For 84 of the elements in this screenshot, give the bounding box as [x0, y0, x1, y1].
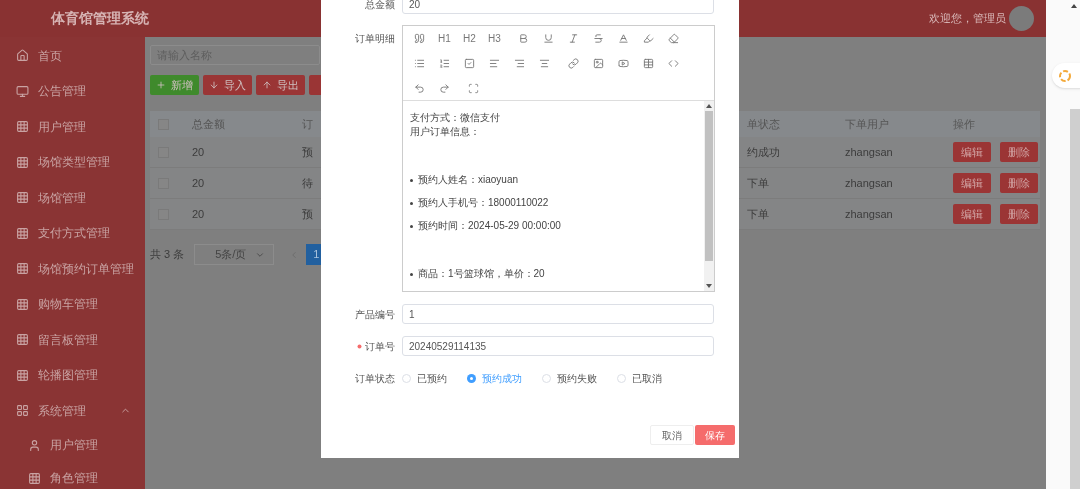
edit-button[interactable]: 编辑 [953, 173, 991, 193]
arrow-down-icon [209, 80, 219, 90]
sidebar-item[interactable]: 公告管理 [0, 73, 145, 109]
avatar[interactable] [1009, 6, 1034, 31]
status-radio[interactable]: 已取消 [617, 370, 662, 386]
editor-bullet: 商品：1号篮球馆，单价：20 [418, 267, 545, 281]
sidebar-item[interactable]: 场馆管理 [0, 180, 145, 216]
field-label: 产品编号 [354, 307, 396, 322]
field-label: 订单状态 [354, 371, 396, 386]
sidebar-item[interactable]: 轮播图管理 [0, 357, 145, 393]
text-field[interactable]: 1 [402, 304, 714, 324]
toolbar-button[interactable]: 导入 [203, 75, 252, 95]
user-icon [28, 438, 41, 452]
scroll-down-icon [706, 283, 712, 289]
scroll-thumb[interactable] [705, 111, 713, 261]
scroll-thumb[interactable] [1070, 109, 1080, 489]
table-cell-text: 20 [192, 175, 205, 191]
table-cell-text: 20 [192, 206, 205, 222]
editor-paragraph: 用户订单信息： [410, 125, 481, 139]
sidebar-subitem[interactable]: 用户管理 [0, 428, 145, 462]
cancel-button[interactable]: 取消 [650, 425, 694, 445]
heading-button[interactable]: H2 [457, 26, 482, 51]
heading-button[interactable]: H1 [432, 26, 457, 51]
table-cell-text: 预 [302, 144, 313, 160]
grid-icon [16, 297, 29, 311]
table-cell-text: 20 [192, 144, 205, 160]
editor-bullet: 预约人姓名：xiaoyuan [418, 173, 519, 187]
table-cell-text: 预 [302, 206, 313, 222]
delete-button[interactable]: 删除 [1000, 142, 1038, 162]
table-cell-text: zhangsan [845, 175, 893, 191]
grid-icon [16, 120, 29, 134]
sidebar-item[interactable]: 场馆类型管理 [0, 144, 145, 180]
grid-icon [16, 226, 29, 240]
sidebar-item[interactable]: 首页 [0, 38, 145, 74]
scroll-up-icon [706, 103, 712, 109]
table-cell-text: 待 [302, 175, 313, 191]
sidebar-item[interactable]: 购物车管理 [0, 286, 145, 322]
edit-button[interactable]: 编辑 [953, 204, 991, 224]
app-title: 体育馆管理系统 [51, 9, 149, 28]
table-cell-text: 约成功 [747, 144, 780, 160]
text-field[interactable]: 20240529114135 [402, 336, 714, 356]
home-icon [16, 49, 29, 63]
table-cell-text: 下单 [747, 206, 769, 222]
table-cell-text: zhangsan [845, 206, 893, 222]
grid-icon [16, 155, 29, 169]
grid-icon [16, 333, 29, 347]
sidebar-item[interactable]: 用户管理 [0, 109, 145, 145]
arrow-up-icon [262, 80, 272, 90]
sidebar-item[interactable]: 场馆预约订单管理 [0, 251, 145, 287]
scroll-up-icon [1071, 3, 1077, 9]
delete-button[interactable]: 删除 [1000, 204, 1038, 224]
editor-paragraph: 支付方式：微信支付 [410, 111, 501, 125]
page-scrollbar[interactable] [1046, 0, 1080, 489]
field-label: 订单明细 [354, 32, 396, 46]
sidebar-item[interactable]: 留言板管理 [0, 322, 145, 358]
table-cell-text: 下单 [747, 175, 769, 191]
sidebar-item[interactable]: 系统管理 [0, 393, 145, 429]
save-button[interactable]: 保存 [695, 425, 735, 445]
status-radio[interactable]: 预约失败 [542, 370, 597, 386]
grid-icon [16, 191, 29, 205]
table-cell-text: zhangsan [845, 144, 893, 160]
toolbar-button[interactable]: 新增 [150, 75, 199, 95]
delete-button[interactable]: 删除 [1000, 173, 1038, 193]
edit-button[interactable]: 编辑 [953, 142, 991, 162]
heading-button[interactable]: H3 [482, 26, 507, 51]
monitor-icon [16, 84, 29, 98]
status-radio[interactable]: 预约成功 [467, 370, 522, 386]
grid-icon [28, 471, 41, 485]
editor-bullet: 预约时间：2024-05-29 00:00:00 [418, 219, 561, 233]
rich-text-editor[interactable]: H1 H2 H3 支付方式：微信支付 用户订单信息： 预约人姓名：xiaoyuan 预约人手机号：18000110022 预约时间：2024-05-29 00:00:00 商品：1号篮球馆，单价：20 [402, 25, 715, 292]
status-radio[interactable]: 已预约 [402, 370, 447, 386]
sidebar-item[interactable]: 支付方式管理 [0, 215, 145, 251]
sidebar-subitem[interactable]: 角色管理 [0, 461, 145, 489]
scrollbar[interactable] [704, 101, 714, 291]
plus-icon [156, 80, 166, 90]
text-field[interactable]: 20 [402, 0, 714, 14]
grid-icon [16, 404, 29, 418]
toolbar-button[interactable]: 导出 [256, 75, 305, 95]
grid-icon [16, 368, 29, 382]
grid-icon [16, 262, 29, 276]
welcome-text: 欢迎您，管理员 [929, 11, 1006, 27]
floating-assistant-button[interactable] [1052, 63, 1080, 88]
field-label: 订单号 [321, 338, 402, 354]
editor-bullet: 预约人手机号：18000110022 [418, 196, 549, 210]
